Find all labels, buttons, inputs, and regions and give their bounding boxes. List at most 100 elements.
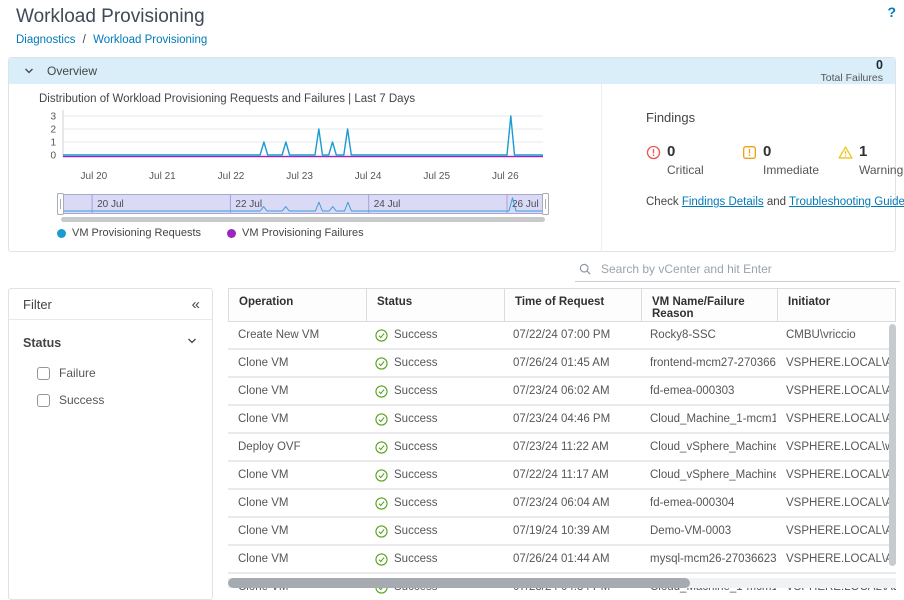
table-row[interactable]: Clone VMSuccess07/26/24 01:44 AMmysql-mc… (228, 546, 896, 574)
total-failures: 0 Total Failures (821, 59, 883, 84)
total-failures-label: Total Failures (821, 73, 883, 84)
svg-text:Jul 21: Jul 21 (149, 171, 176, 182)
table-header: Operation Status Time of Request VM Name… (228, 288, 896, 322)
time-cell: 07/23/24 06:02 AM (503, 385, 640, 397)
table-horizontal-scrollbar-track[interactable] (228, 578, 896, 588)
findings-title: Findings (646, 110, 695, 125)
time-cell: 07/23/24 11:22 AM (503, 441, 640, 453)
status-cell: Success (365, 469, 503, 482)
legend-dot (57, 229, 66, 238)
operation-cell: Clone VM (228, 385, 365, 397)
filter-title: Filter (23, 297, 52, 312)
svg-text:Jul 24: Jul 24 (355, 171, 382, 182)
finding-immediate: 0 Immediate (742, 144, 819, 177)
status-label: Success (394, 525, 437, 537)
column-header-status[interactable]: Status (366, 289, 504, 321)
table-row[interactable]: Clone VMSuccess07/19/24 10:39 AMDemo-VM-… (228, 518, 896, 546)
status-label: Success (394, 357, 437, 369)
findings-zone: Findings 0 Critical 0 (601, 84, 895, 252)
column-header-initiator[interactable]: Initiator (777, 289, 895, 321)
table-row[interactable]: Deploy OVFSuccess07/23/24 11:22 AMCloud_… (228, 434, 896, 462)
initiator-cell: VSPHERE.LOCAL\wpxd-e (776, 441, 896, 453)
findings-details-link[interactable]: Findings Details (682, 196, 764, 208)
success-icon (375, 469, 388, 482)
svg-text:20 Jul: 20 Jul (97, 199, 124, 210)
troubleshooting-guide-link[interactable]: Troubleshooting Guide (789, 196, 904, 208)
warning-count: 1 (859, 144, 903, 159)
finding-warning: 1 Warning (838, 144, 903, 177)
immediate-icon (742, 145, 757, 177)
collapse-panel-icon[interactable]: « (192, 297, 200, 312)
time-cell: 07/26/24 01:45 AM (503, 357, 640, 369)
vm-name-cell: Cloud_vSphere_Machine_... (640, 441, 776, 453)
chart-legend: VM Provisioning Requests VM Provisioning … (57, 227, 364, 239)
initiator-cell: CMBU\vriccio (776, 329, 896, 341)
table-horizontal-scrollbar-thumb[interactable] (228, 578, 690, 588)
status-cell: Success (365, 497, 503, 510)
chart-zone: Distribution of Workload Provisioning Re… (9, 84, 601, 252)
initiator-cell: VSPHERE.LOCAL\Admini (776, 469, 896, 481)
table-vertical-scrollbar[interactable] (889, 324, 896, 566)
filter-section-label: Status (23, 336, 61, 350)
slider-right-handle[interactable] (542, 193, 549, 215)
svg-text:26 Jul: 26 Jul (512, 199, 539, 210)
vm-name-header-label: VM Name/Failure Reason (652, 296, 745, 320)
status-label: Success (394, 385, 437, 397)
vm-name-cell: fd-emea-000303 (640, 385, 776, 397)
finding-critical: 0 Critical (646, 144, 704, 177)
column-header-vm-name[interactable]: VM Name/Failure Reason (641, 289, 777, 321)
check-conjunction: and (767, 196, 786, 208)
check-prefix: Check (646, 196, 679, 208)
range-slider-chart: 20 Jul22 Jul24 Jul26 Jul (61, 194, 545, 214)
table-row[interactable]: Clone VMSuccess07/26/24 01:45 AMfrontend… (228, 350, 896, 378)
svg-text:22 Jul: 22 Jul (235, 199, 262, 210)
checkbox[interactable] (37, 367, 50, 380)
filter-option-failure[interactable]: Failure (37, 366, 212, 380)
chevron-down-icon (23, 65, 35, 77)
time-cell: 07/26/24 01:44 AM (503, 553, 640, 565)
vm-name-cell: fd-emea-000304 (640, 497, 776, 509)
table-row[interactable]: Clone VMSuccess07/23/24 06:04 AMfd-emea-… (228, 490, 896, 518)
vm-name-cell: Cloud_Machine_1-mcm19... (640, 413, 776, 425)
vm-name-cell: Cloud_vSphere_Machine_... (640, 469, 776, 481)
filter-option-success[interactable]: Success (37, 393, 212, 407)
initiator-cell: VSPHERE.LOCAL\Admini (776, 553, 896, 565)
search-input[interactable] (575, 258, 900, 280)
status-cell: Success (365, 385, 503, 398)
time-cell: 07/23/24 06:04 AM (503, 497, 640, 509)
breadcrumb-diagnostics[interactable]: Diagnostics (16, 34, 75, 46)
overview-panel-header[interactable]: Overview 0 Total Failures (9, 58, 895, 84)
immediate-label: Immediate (763, 163, 819, 177)
checkbox[interactable] (37, 394, 50, 407)
legend-item: VM Provisioning Requests (57, 227, 201, 239)
overview-body: Distribution of Workload Provisioning Re… (9, 84, 895, 252)
column-header-time[interactable]: Time of Request (504, 289, 641, 321)
slider-left-handle[interactable] (57, 193, 64, 215)
breadcrumb-workload-provisioning[interactable]: Workload Provisioning (93, 34, 207, 46)
svg-text:3: 3 (50, 112, 56, 123)
vm-name-cell: frontend-mcm27-2703662... (640, 357, 776, 369)
success-icon (375, 329, 388, 342)
column-header-operation[interactable]: Operation (229, 289, 366, 321)
table-row[interactable]: Create New VMSuccess07/22/24 07:00 PMRoc… (228, 322, 896, 350)
breadcrumb-separator: / (83, 34, 86, 46)
time-cell: 07/22/24 11:17 AM (503, 469, 640, 481)
filter-section-status[interactable]: Status (9, 320, 212, 352)
operation-cell: Create New VM (228, 329, 365, 341)
status-label: Success (394, 553, 437, 565)
page-title: Workload Provisioning (16, 6, 205, 28)
legend-label: VM Provisioning Failures (242, 227, 364, 239)
status-cell: Success (365, 413, 503, 426)
time-range-slider[interactable]: 20 Jul22 Jul24 Jul26 Jul (61, 194, 545, 214)
slider-scrollbar-track[interactable] (61, 217, 545, 222)
chevron-down-icon (186, 334, 198, 352)
operation-cell: Clone VM (228, 413, 365, 425)
initiator-cell: VSPHERE.LOCAL\Admini (776, 385, 896, 397)
table-row[interactable]: Clone VMSuccess07/22/24 11:17 AMCloud_vS… (228, 462, 896, 490)
svg-text:2: 2 (50, 125, 56, 136)
table-row[interactable]: Clone VMSuccess07/23/24 04:46 PMCloud_Ma… (228, 406, 896, 434)
success-icon (375, 385, 388, 398)
help-icon[interactable]: ? (887, 4, 896, 20)
table-row[interactable]: Clone VM Success 07/23/24 06:02 AMfd-emea-… (228, 378, 896, 406)
time-cell: 07/22/24 07:00 PM (503, 329, 640, 341)
